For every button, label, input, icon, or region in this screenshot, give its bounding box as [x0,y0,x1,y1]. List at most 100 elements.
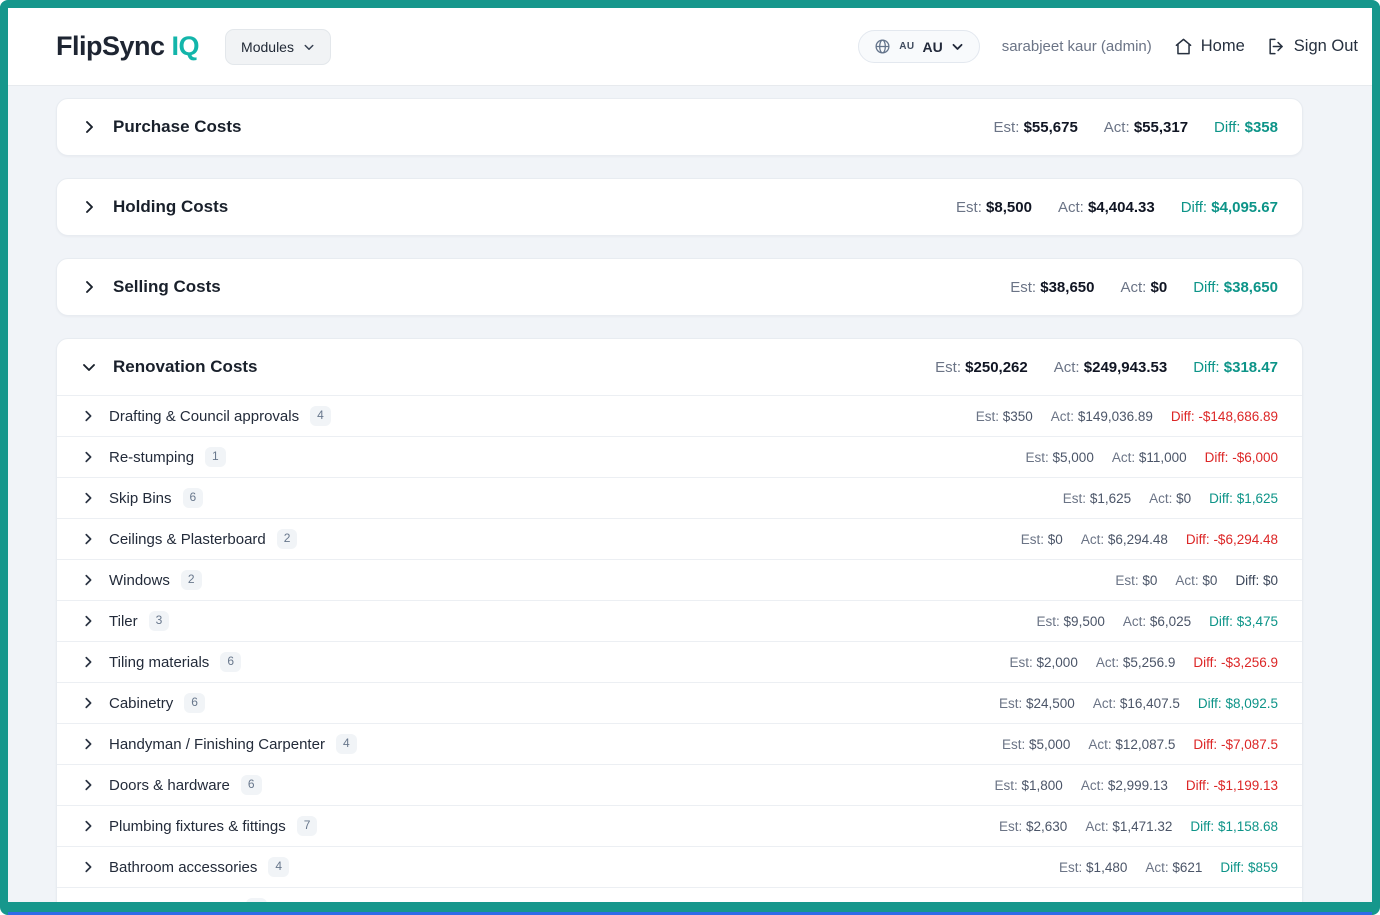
item-est: Est: $0 [1115,573,1157,588]
cost-item-row[interactable]: Skip Bins 6 Est: $1,625 Act: $0 Diff: $1… [57,477,1302,518]
chevron-right-icon [81,737,95,751]
item-count-badge: 3 [149,611,170,631]
brand-logo: FlipSyncIQ [56,31,199,62]
chevron-right-icon [81,696,95,710]
cost-section-card: Selling Costs Est: $38,650 Act: $0 Diff:… [56,258,1303,316]
brand-name: FlipSync [56,31,165,61]
section-title: Holding Costs [113,197,228,217]
item-diff: Diff: $8,092.5 [1198,696,1278,711]
item-diff: Diff: -$148,686.89 [1171,409,1278,424]
item-values: Est: $0 Act: $0 Diff: $0 [1115,573,1278,588]
item-act: Act: $5,256.9 [1096,655,1176,670]
section-header-row[interactable]: Holding Costs Est: $8,500 Act: $4,404.33… [57,179,1302,235]
section-header-row[interactable]: Purchase Costs Est: $55,675 Act: $55,317… [57,99,1302,155]
globe-icon [874,38,891,55]
section-est: Est: $8,500 [956,199,1032,216]
item-count-badge: 6 [220,652,241,672]
item-act: Act: $621 [1145,860,1202,875]
item-act: Act: $0 [1175,573,1217,588]
sign-out-link[interactable]: Sign Out [1267,37,1358,56]
item-label: Windows [109,572,170,589]
section-act: Act: $55,317 [1104,119,1188,136]
cost-item-row[interactable]: Drafting & Council approvals 4 Est: $350… [57,395,1302,436]
chevron-right-icon [81,573,95,587]
home-link[interactable]: Home [1174,37,1245,56]
item-count-badge: 6 [241,775,262,795]
cost-item-row[interactable]: Tiling materials 6 Est: $2,000 Act: $5,2… [57,641,1302,682]
item-values: Est: $350 Act: $149,036.89 Diff: -$148,6… [976,409,1278,424]
item-est: Est: $350 [976,409,1033,424]
item-count-badge: 2 [181,570,202,590]
chevron-right-icon [81,409,95,423]
chevron-right-icon [81,778,95,792]
item-label: Tiler [109,613,138,630]
item-diff: Diff: $0 [1235,573,1278,588]
app-header: FlipSyncIQ Modules AU AU sarabjeet kaur … [8,8,1372,86]
section-est: Est: $38,650 [1010,279,1094,296]
item-act: Act: $11,000 [1112,450,1187,465]
section-act: Act: $4,404.33 [1058,199,1155,216]
chevron-right-icon [81,199,97,215]
section-title: Renovation Costs [113,357,258,377]
cost-item-row[interactable]: Handyman / Finishing Carpenter 4 Est: $5… [57,723,1302,764]
cost-section-card: Holding Costs Est: $8,500 Act: $4,404.33… [56,178,1303,236]
cost-item-row[interactable]: Ceilings & Plasterboard 2 Est: $0 Act: $… [57,518,1302,559]
section-diff: Diff: $4,095.67 [1181,199,1278,216]
item-diff: Diff: -$3,256.9 [1193,655,1278,670]
cost-item-row[interactable]: Doors & hardware 6 Est: $1,800 Act: $2,9… [57,764,1302,805]
cost-item-row[interactable]: Windows 2 Est: $0 Act: $0 Diff: $0 [57,559,1302,600]
cost-item-row[interactable]: Tiler 3 Est: $9,500 Act: $6,025 Diff: $3… [57,600,1302,641]
item-values: Est: $1,625 Act: $0 Diff: $1,625 [1063,491,1278,506]
item-label: Doors & hardware [109,777,230,794]
item-label: Cabinetry [109,695,173,712]
section-header-row[interactable]: Renovation Costs Est: $250,262 Act: $249… [57,339,1302,395]
section-act: Act: $0 [1120,279,1167,296]
cost-item-row[interactable]: Re-stumping 1 Est: $5,000 Act: $11,000 D… [57,436,1302,477]
item-est: Est: $5,000 [1002,737,1070,752]
chevron-right-icon [81,450,95,464]
locale-selector[interactable]: AU AU [858,30,979,63]
item-label: Tiling materials [109,654,209,671]
sign-out-icon [1267,37,1286,56]
cost-item-row[interactable]: Cabinetry 6 Est: $24,500 Act: $16,407.5 … [57,682,1302,723]
modules-dropdown-button[interactable]: Modules [225,29,331,65]
cost-item-row[interactable]: Plumbing fixtures & fittings 7 Est: $2,6… [57,805,1302,846]
app-window: FlipSyncIQ Modules AU AU sarabjeet kaur … [0,0,1380,915]
section-totals: Est: $38,650 Act: $0 Diff: $38,650 [1010,279,1278,296]
chevron-right-icon [81,614,95,628]
item-act: Act: $6,025 [1123,614,1191,629]
item-est: Est: $5,000 [1026,450,1094,465]
chevron-right-icon [81,819,95,833]
item-count-badge: 1 [205,447,226,467]
item-count-badge: 6 [184,693,205,713]
item-label: Re-stumping [109,449,194,466]
item-act: Act: $2,999.13 [1081,778,1168,793]
item-values: Est: $5,000 Act: $12,087.5 Diff: -$7,087… [1002,737,1278,752]
item-label: Ceilings & Plasterboard [109,531,266,548]
item-count-badge: 4 [268,857,289,877]
item-label: Drafting & Council approvals [109,408,299,425]
chevron-right-icon [81,532,95,546]
section-items: Drafting & Council approvals 4 Est: $350… [57,395,1302,915]
item-values: Est: $1,480 Act: $621 Diff: $859 [1059,860,1278,875]
item-diff: Diff: -$1,199.13 [1186,778,1278,793]
item-act: Act: $0 [1149,491,1191,506]
item-values: Est: $2,630 Act: $1,471.32 Diff: $1,158.… [999,819,1278,834]
item-act: Act: $16,407.5 [1093,696,1180,711]
item-values: Est: $24,500 Act: $16,407.5 Diff: $8,092… [999,696,1278,711]
item-est: Est: $2,630 [999,819,1067,834]
item-est: Est: $24,500 [999,696,1075,711]
chevron-right-icon [81,279,97,295]
item-diff: Diff: -$7,087.5 [1193,737,1278,752]
item-est: Est: $1,800 [994,778,1062,793]
item-label: Handyman / Finishing Carpenter [109,736,325,753]
chevron-right-icon [81,359,97,375]
section-header-row[interactable]: Selling Costs Est: $38,650 Act: $0 Diff:… [57,259,1302,315]
section-totals: Est: $8,500 Act: $4,404.33 Diff: $4,095.… [956,199,1278,216]
item-label: Bathroom accessories [109,859,257,876]
item-count-badge: 6 [183,488,204,508]
chevron-right-icon [81,119,97,135]
cost-item-row[interactable]: Bathroom accessories 4 Est: $1,480 Act: … [57,846,1302,887]
item-values: Est: $5,000 Act: $11,000 Diff: -$6,000 [1026,450,1279,465]
item-values: Est: $1,800 Act: $2,999.13 Diff: -$1,199… [994,778,1278,793]
